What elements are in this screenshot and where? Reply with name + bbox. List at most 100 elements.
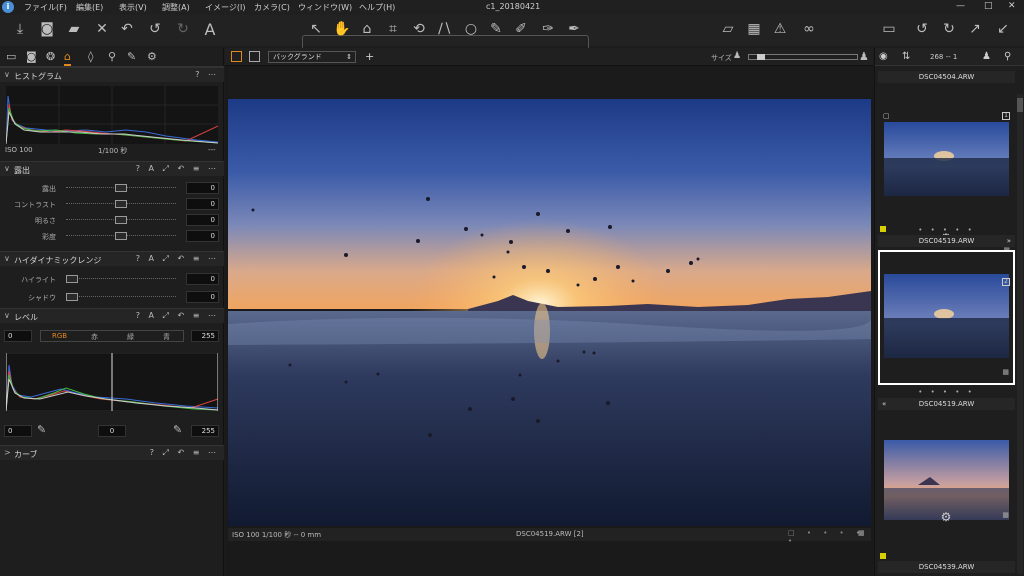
picker-icon[interactable]: ✐ — [512, 22, 530, 40]
color-tab-icon[interactable]: ❂ — [46, 51, 55, 62]
slider-track[interactable] — [66, 278, 176, 279]
auto-adjust-icon[interactable]: A — [201, 22, 219, 40]
slider-knob[interactable] — [115, 232, 127, 240]
pan-hand-icon[interactable]: ✋ — [333, 22, 351, 40]
slider-value[interactable]: 0 — [186, 198, 219, 210]
expand-icon[interactable]: ↗ — [966, 22, 984, 40]
thumbnail-item-selected[interactable]: ▦ — [878, 250, 1015, 385]
slider-knob[interactable] — [66, 293, 78, 301]
camera-icon[interactable]: ◙ — [38, 22, 56, 40]
previous-icon[interactable]: « — [882, 398, 886, 410]
rating-dots[interactable]: • • • • • — [878, 388, 1015, 396]
histogram-header-icons[interactable]: ? ⋯ — [195, 70, 219, 79]
thumbnail-caption[interactable]: DSC04504.ARW — [878, 71, 1015, 83]
levels-input-high[interactable]: 255 — [191, 330, 219, 342]
keystone-icon[interactable]: ∕∖ — [436, 22, 454, 40]
browser-scrollbar[interactable] — [1017, 94, 1023, 574]
grid-small-icon[interactable]: ▦ — [858, 529, 865, 537]
hdr-header[interactable]: ∨ ハイダイナミックレンジ ? A ⤢ ↶ ≡ ⋯ — [0, 251, 224, 266]
maximize-icon[interactable]: □ — [984, 1, 993, 11]
white-picker-icon[interactable]: ✎ — [173, 424, 182, 435]
slider-knob[interactable] — [115, 200, 127, 208]
delete-icon[interactable]: ✕ — [93, 22, 111, 40]
annotate-icon[interactable]: ✒ — [565, 22, 583, 40]
rating-dots[interactable]: • • • • • — [878, 226, 1015, 234]
thumbnail-size-slider[interactable] — [748, 54, 858, 60]
menu-image[interactable]: イメージ(I) — [205, 2, 245, 13]
color-tag[interactable] — [880, 226, 886, 232]
collapse-chevron-icon[interactable]: ∨ — [4, 164, 10, 173]
rotate-left-icon[interactable]: ↺ — [913, 22, 931, 40]
collapse-icon[interactable]: ↙ — [994, 22, 1012, 40]
thumbnail-item[interactable]: ⚙ ▦ — [878, 433, 1015, 568]
levels-header[interactable]: ∨ レベル ? A ⤢ ↶ ≡ ⋯ — [0, 308, 224, 323]
eye-icon[interactable]: ◉ — [879, 51, 888, 62]
menu-camera[interactable]: カメラ(C) — [254, 2, 290, 13]
user-icon[interactable]: ♟ — [982, 51, 991, 62]
rotate-right-icon[interactable]: ↻ — [940, 22, 958, 40]
redo-icon[interactable]: ↻ — [174, 22, 192, 40]
thumbnail-caption[interactable]: « DSC04519.ARW — [878, 398, 1015, 410]
capture-tab-icon[interactable]: ◙ — [26, 51, 37, 62]
thumbnail-caption[interactable]: DSC04539.ARW — [878, 561, 1015, 573]
folder-icon[interactable]: ▰ — [65, 22, 83, 40]
loupe-icon[interactable]: ⌂ — [358, 22, 376, 40]
levels-output-high[interactable]: 255 — [191, 425, 219, 437]
curve-header[interactable]: > カーブ ? ⤢ ↶ ≡ ⋯ — [0, 445, 224, 460]
library-tab-icon[interactable]: ▭ — [6, 51, 16, 62]
reset-icon[interactable]: ↶ — [118, 22, 136, 40]
levels-input-low[interactable]: 0 — [4, 330, 32, 342]
collapse-chevron-icon[interactable]: ∨ — [4, 70, 10, 79]
app-logo-icon[interactable]: i — [2, 1, 14, 13]
slider-value[interactable]: 0 — [186, 291, 219, 303]
details-tab-icon[interactable]: ⚲ — [108, 51, 116, 62]
levels-channel-selector[interactable]: RGB 赤 緑 青 — [40, 330, 184, 342]
levels-midpoint[interactable]: 0 — [98, 425, 126, 437]
exposure-header-icons[interactable]: ? A ⤢ ↶ ≡ ⋯ — [136, 164, 219, 174]
slider-value[interactable]: 0 — [186, 182, 219, 194]
menu-help[interactable]: ヘルプ(H) — [359, 2, 395, 13]
close-icon[interactable]: ✕ — [1008, 1, 1016, 11]
levels-header-icons[interactable]: ? A ⤢ ↶ ≡ ⋯ — [136, 311, 219, 321]
next-icon[interactable]: » — [1007, 235, 1011, 247]
menu-adjust[interactable]: 調整(A) — [162, 2, 190, 13]
slider-knob[interactable] — [66, 275, 78, 283]
slider-knob[interactable] — [115, 216, 127, 224]
slider-value[interactable]: 0 — [186, 273, 219, 285]
thumbnail-caption[interactable]: DSC04519.ARW » — [878, 235, 1015, 247]
warning-icon[interactable]: ⚠ — [771, 22, 789, 40]
select-cursor-icon[interactable]: ↖ — [307, 22, 325, 40]
grid-icon[interactable]: ▦ — [745, 22, 763, 40]
color-tag[interactable] — [880, 553, 886, 559]
proof-icon[interactable]: ▱ — [719, 22, 737, 40]
search-icon[interactable]: ⚲ — [1004, 51, 1011, 62]
lens-tab-icon[interactable]: ◊ — [88, 51, 93, 62]
channel-red[interactable]: 赤 — [91, 332, 98, 342]
channel-green[interactable]: 緑 — [127, 332, 134, 342]
rotate-icon[interactable]: ⟲ — [410, 22, 428, 40]
expand-chevron-icon[interactable]: > — [4, 448, 11, 457]
levels-histogram[interactable] — [6, 353, 218, 411]
main-photo[interactable] — [228, 99, 871, 526]
slider-value[interactable]: 0 — [186, 230, 219, 242]
exposure-header[interactable]: ∨ 露出 ? A ⤢ ↶ ≡ ⋯ — [0, 161, 224, 176]
local-adjust-tab-icon[interactable]: ✎ — [127, 51, 136, 62]
menu-edit[interactable]: 編集(E) — [76, 2, 103, 13]
import-icon[interactable]: ⤓ — [11, 22, 29, 40]
hdr-header-icons[interactable]: ? A ⤢ ↶ ≡ ⋯ — [136, 254, 219, 264]
menu-view[interactable]: 表示(V) — [119, 2, 147, 13]
spot-icon[interactable]: ○ — [462, 22, 480, 40]
glasses-icon[interactable]: ∞ — [797, 22, 821, 40]
minimize-icon[interactable]: — — [956, 1, 965, 11]
add-icon[interactable]: + — [365, 50, 374, 63]
histogram-header[interactable]: ∨ ヒストグラム ? ⋯ — [0, 67, 224, 82]
eraser-icon[interactable]: ✑ — [539, 22, 557, 40]
collapse-chevron-icon[interactable]: ∨ — [4, 254, 10, 263]
multi-view-icon[interactable] — [231, 51, 242, 62]
slider-track[interactable] — [66, 296, 176, 297]
channel-blue[interactable]: 青 — [163, 332, 170, 342]
settings-tab-icon[interactable]: ⚙ — [147, 51, 157, 62]
single-view-icon[interactable] — [249, 51, 260, 62]
levels-output-low[interactable]: 0 — [4, 425, 32, 437]
channel-rgb[interactable]: RGB — [52, 332, 67, 340]
